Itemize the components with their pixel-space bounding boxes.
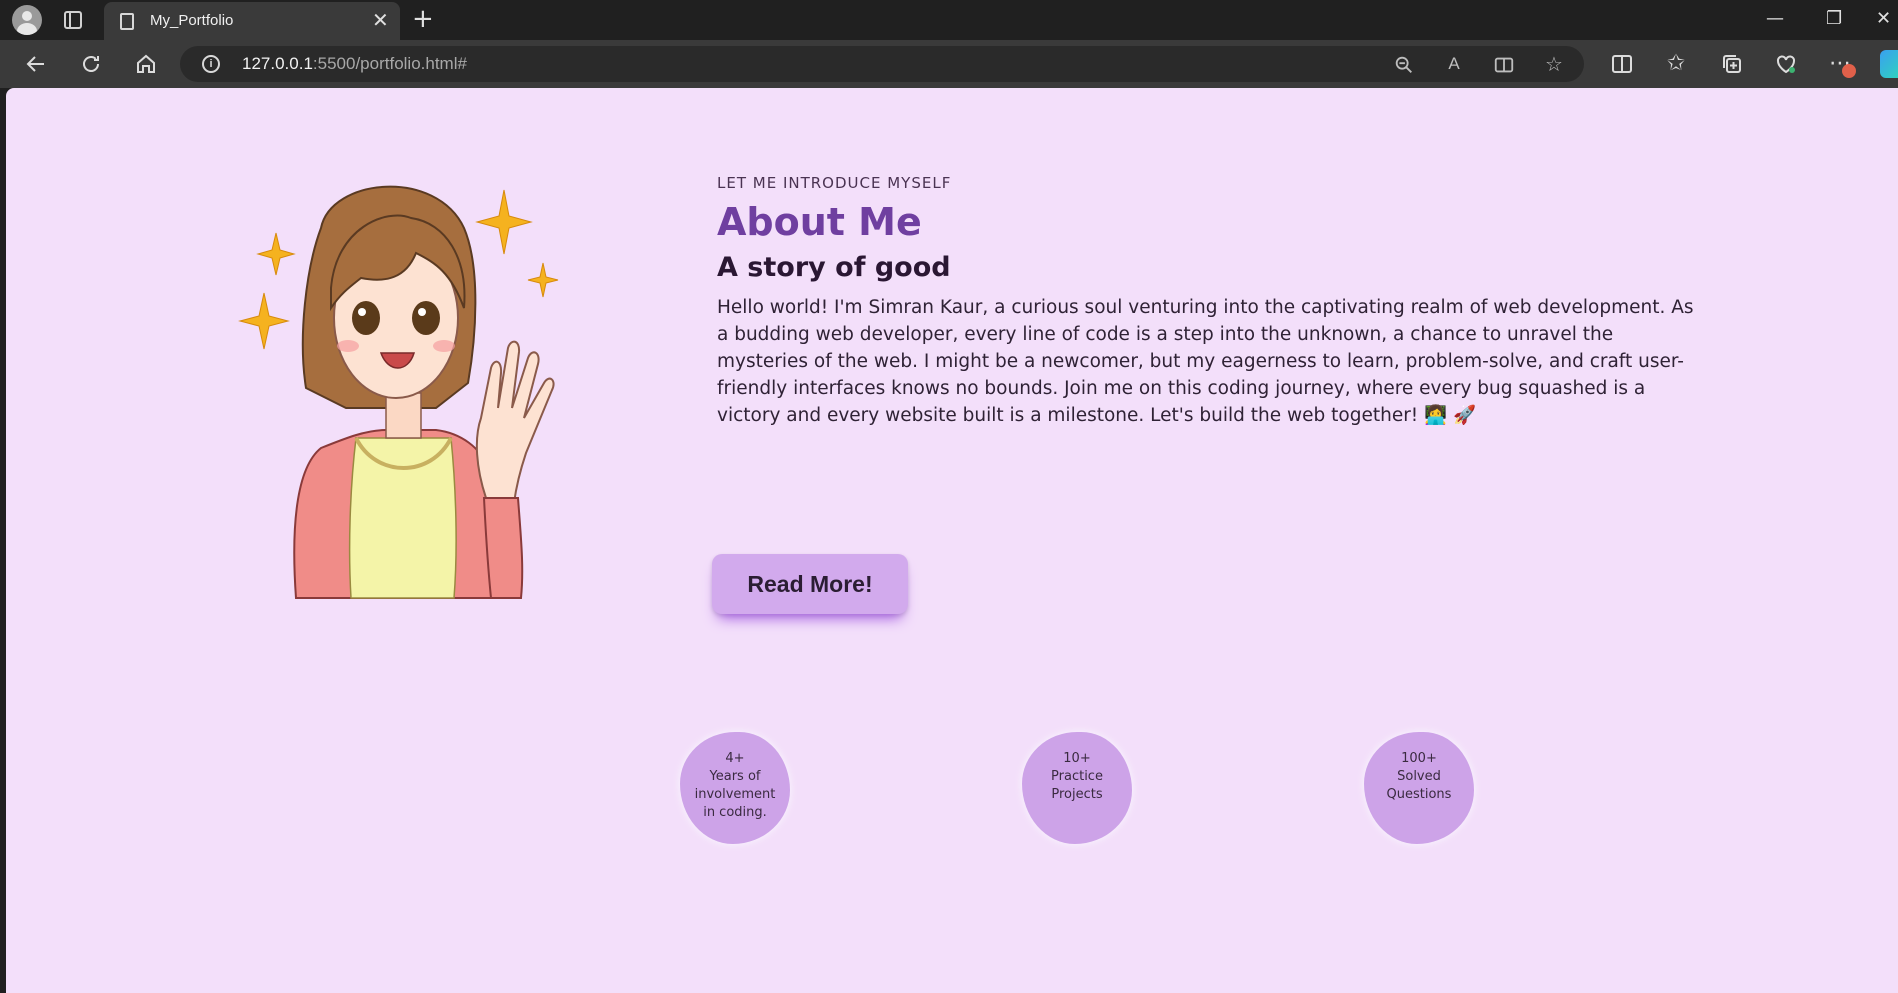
split-screen-icon[interactable] [1608,52,1636,76]
anime-girl-waving-illustration [238,185,559,599]
intro-label: LET ME INTRODUCE MYSELF [717,174,952,192]
address-bar[interactable]: i 127.0.0.1:5500/portfolio.html# A ☆ [180,46,1584,82]
tab-title: My_Portfolio [150,12,234,29]
immersive-reader-icon[interactable] [1492,54,1516,76]
browser-tab-bar: My_Portfolio ✕ + — ❐ ✕ [0,0,1898,40]
stat-label: Years of involvement in coding. [694,769,776,820]
home-icon[interactable] [132,52,160,76]
back-icon[interactable] [22,52,50,76]
collections-icon[interactable] [1718,52,1746,76]
stat-label: Solved Questions [1386,769,1452,802]
browser-essentials-icon[interactable] [1772,52,1800,76]
browser-toolbar: i 127.0.0.1:5500/portfolio.html# A ☆ ✩ ⋯ [0,40,1898,88]
stat-label: Practice Projects [1051,769,1103,802]
stat-practice-projects: 10+ Practice Projects [1022,732,1132,844]
tab-actions-icon[interactable] [64,11,82,29]
about-paragraph: Hello world! I'm Simran Kaur, a curious … [717,297,1694,426]
site-info-icon[interactable]: i [202,55,220,73]
portfolio-page: LET ME INTRODUCE MYSELF About Me A story… [6,88,1898,993]
new-tab-icon[interactable]: + [412,4,434,34]
browser-tab[interactable]: My_Portfolio ✕ [104,2,400,40]
story-subheading: A story of good [717,252,951,283]
url-text[interactable]: 127.0.0.1:5500/portfolio.html# [242,54,467,74]
favorites-icon[interactable]: ✩ [1662,50,1690,78]
restore-icon[interactable]: ❐ [1826,6,1842,32]
minimize-icon[interactable]: — [1766,6,1784,32]
stat-number: 100+ [1401,751,1437,766]
refresh-icon[interactable] [77,52,105,76]
read-aloud-icon[interactable]: A [1442,52,1466,76]
zoom-icon[interactable] [1392,54,1416,76]
tab-close-icon[interactable]: ✕ [372,8,389,32]
about-heading: About Me [717,200,922,244]
stat-number: 10+ [1063,751,1091,766]
stat-number: 4+ [725,751,745,766]
stat-solved-questions: 100+ Solved Questions [1364,732,1474,844]
profile-avatar-icon[interactable] [12,5,42,35]
page-icon [120,13,134,30]
window-close-icon[interactable]: ✕ [1876,6,1891,32]
stat-years-coding: 4+ Years of involvement in coding. [680,732,790,844]
read-more-button[interactable]: Read More! [712,554,908,614]
favorite-star-icon[interactable]: ☆ [1542,52,1566,76]
copilot-icon[interactable] [1880,50,1898,78]
notification-badge [1842,64,1856,78]
